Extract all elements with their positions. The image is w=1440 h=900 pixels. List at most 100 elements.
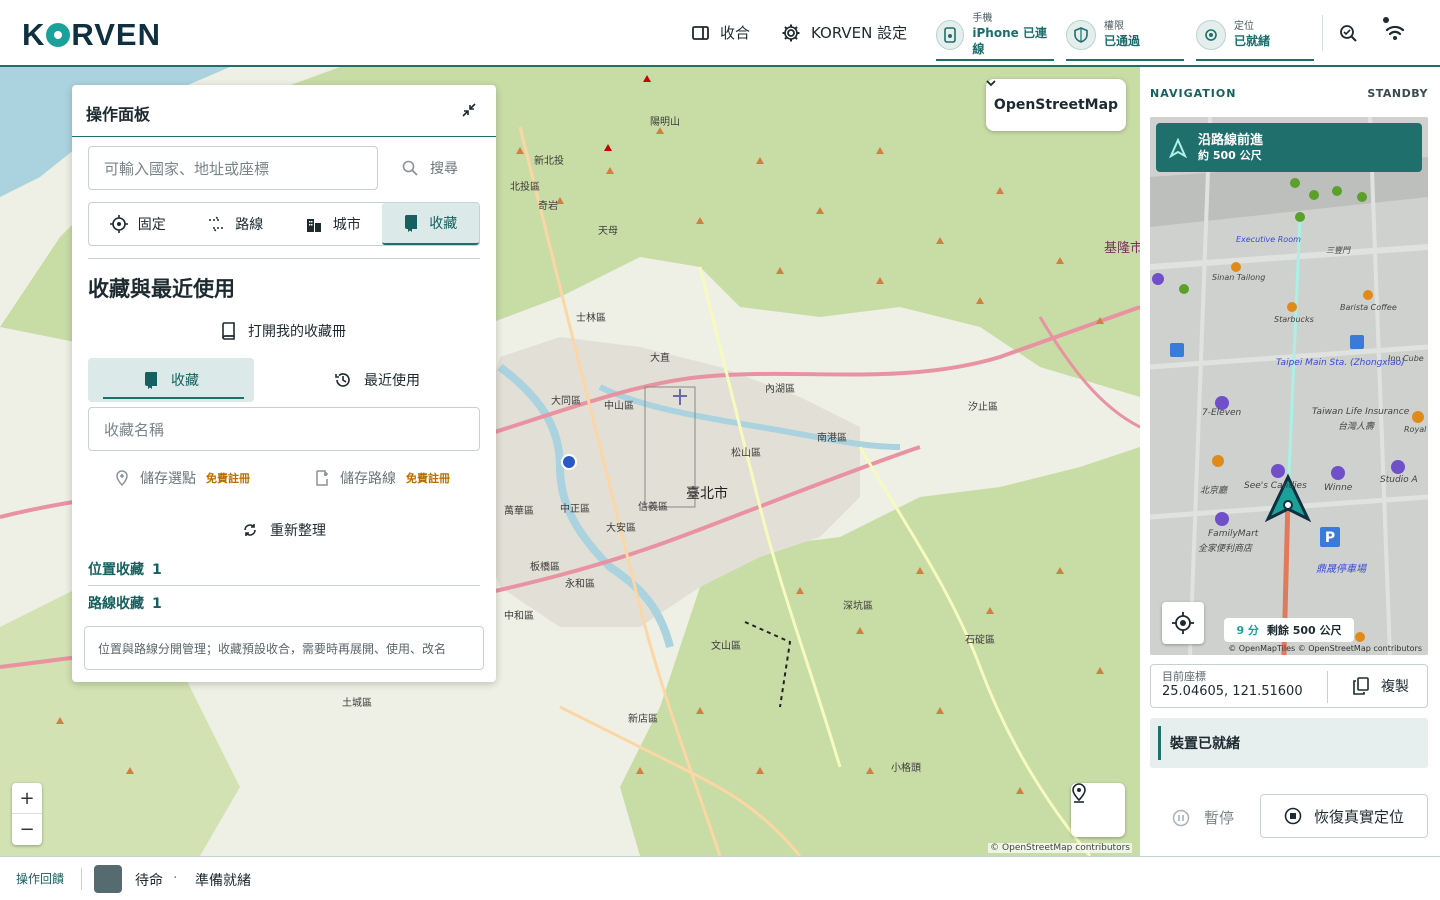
map-attribution[interactable]: © OpenStreetMap contributors — [988, 843, 1132, 853]
phone-status-value: iPhone 已連線 — [972, 26, 1047, 56]
recenter-button[interactable] — [1162, 602, 1204, 644]
navigation-arrow-icon — [1169, 137, 1187, 158]
wifi-icon[interactable] — [1381, 16, 1409, 42]
permission-status: 權限 已通過 — [1066, 15, 1184, 61]
navigation-sidebar: NAVIGATION STANDBY P 7-Eleven Taipei Mai… — [1140, 67, 1440, 856]
save-point-label: 儲存選點 — [140, 471, 196, 487]
map-label: 永和區 — [565, 579, 595, 590]
mode-text: 待命 — [135, 873, 163, 889]
navigation-map-tiles: P — [1150, 117, 1428, 655]
permission-status-title: 權限 — [1104, 21, 1124, 32]
map-pin-icon — [1072, 783, 1086, 803]
poi-label: Inn Cube — [1388, 354, 1424, 363]
instruction-text: 沿路線前進 — [1198, 132, 1264, 148]
open-favorites-book-button[interactable]: 打開我的收藏冊 — [220, 321, 346, 341]
search-input[interactable]: 可輸入國家、地址或座標 — [88, 146, 378, 190]
zoom-out-button[interactable]: − — [12, 814, 42, 845]
map-label: 石碇區 — [965, 635, 995, 646]
map-label-taipei: 臺北市 — [686, 486, 728, 502]
copy-coordinates-button[interactable]: 複製 — [1353, 676, 1409, 696]
poi-label: Starbucks — [1274, 315, 1314, 324]
map-provider-select[interactable]: OpenStreetMap — [986, 79, 1126, 131]
subtab-recent[interactable]: 最近使用 — [294, 358, 460, 402]
feedback-log-link[interactable]: 操作回饋 — [16, 870, 64, 887]
map-label: 松山區 — [731, 448, 761, 459]
search-button[interactable]: 搜尋 — [402, 158, 458, 178]
location-favorites-label: 位置收藏 — [88, 562, 144, 578]
pause-icon — [1172, 809, 1190, 826]
free-register-badge[interactable]: 免費註冊 — [406, 470, 450, 486]
restore-real-location-button[interactable]: 恢復真實定位 — [1260, 794, 1428, 838]
favorites-subtabs: 收藏 最近使用 — [88, 358, 480, 402]
favorites-divider — [88, 585, 480, 586]
panel-title: 操作面板 — [86, 105, 151, 124]
subtab-favorites-label: 收藏 — [171, 373, 199, 389]
map-label: 文山區 — [711, 641, 741, 652]
section-title: 收藏與最近使用 — [88, 277, 235, 301]
poi-label: 鼎晟停車場 — [1316, 564, 1366, 575]
poi-label: 北京廳 — [1200, 486, 1228, 496]
map-label: 南港區 — [817, 433, 847, 444]
mode-tabs: 固定 路線 城市 收藏 — [88, 202, 480, 246]
map-label: 士林區 — [576, 313, 606, 324]
city-icon — [306, 219, 321, 232]
instruction-distance: 約 500 公尺 — [1198, 148, 1262, 162]
tab-route[interactable]: 路線 — [187, 203, 285, 245]
map-provider-value: OpenStreetMap — [993, 97, 1119, 113]
add-route-icon — [316, 470, 328, 486]
copy-icon — [1353, 677, 1369, 695]
coordinate-box: 目前座標 25.04605, 121.51600 複製 — [1150, 664, 1428, 708]
pause-button[interactable]: 暫停 — [1172, 807, 1234, 828]
tab-fixed[interactable]: 固定 — [89, 203, 187, 245]
navigation-map[interactable]: P 7-Eleven Taipei Main Sta. (Zhongxiao) … — [1150, 117, 1428, 655]
history-icon — [335, 373, 350, 387]
tab-favorites[interactable]: 收藏 — [381, 203, 479, 245]
book-icon — [222, 322, 235, 340]
phone-status-title: 手機 — [972, 13, 993, 24]
favorite-name-input[interactable]: 收藏名稱 — [88, 407, 480, 451]
minimize-icon[interactable] — [462, 103, 476, 117]
save-point-button[interactable]: 儲存選點 免費註冊 — [114, 468, 250, 488]
search-icon — [402, 160, 418, 176]
route-icon — [209, 216, 224, 232]
tab-city-label: 城市 — [332, 217, 361, 233]
phone-status: 手機 iPhone 已連線 — [936, 13, 1054, 61]
restore-label: 恢復真實定位 — [1313, 807, 1404, 826]
navigation-map-attribution[interactable]: © OpenMapTiles © OpenStreetMap contribut… — [1228, 644, 1422, 653]
shield-icon — [1066, 20, 1096, 50]
panel-divider — [72, 136, 496, 137]
sidebar-toggle-icon — [692, 25, 709, 40]
subtab-favorites[interactable]: 收藏 — [88, 358, 254, 402]
free-register-badge[interactable]: 免費註冊 — [206, 470, 250, 486]
map-label: 陽明山 — [650, 117, 680, 128]
poi-label: Studio A — [1380, 475, 1418, 485]
header-divider — [1322, 15, 1323, 51]
save-route-button[interactable]: 儲存路線 免費註冊 — [314, 468, 450, 488]
map-label: 板橋區 — [530, 562, 560, 573]
settings-button[interactable]: KORVEN 設定 — [781, 22, 907, 43]
turn-instruction-banner: 沿路線前進 約 500 公尺 — [1156, 123, 1422, 172]
save-route-label: 儲存路線 — [340, 471, 396, 487]
tab-city[interactable]: 城市 — [284, 203, 382, 245]
drop-pin-button[interactable] — [1071, 783, 1125, 837]
logo-o-icon — [46, 23, 71, 47]
target-icon — [109, 215, 128, 233]
map-label: 小格頭 — [891, 763, 921, 774]
route-favorites-header[interactable]: 路線收藏 1 — [88, 593, 162, 613]
location-favorites-count: 1 — [152, 562, 162, 578]
tab-favorites-label: 收藏 — [429, 216, 458, 232]
tab-route-label: 路線 — [235, 217, 264, 233]
zoom-in-button[interactable]: + — [12, 783, 42, 814]
location-favorites-header[interactable]: 位置收藏 1 — [88, 559, 162, 579]
map-label: 奇岩 — [538, 201, 558, 212]
coordinate-divider — [1327, 671, 1328, 703]
poi-label: Royal — [1404, 425, 1427, 434]
map-label: 信義區 — [638, 502, 668, 513]
korven-logo[interactable]: K RVEN — [22, 17, 161, 53]
refresh-button[interactable]: 重新整理 — [242, 520, 326, 540]
refresh-icon — [244, 524, 256, 536]
device-ready-status: 裝置已就緒 — [1150, 718, 1428, 768]
search-location-icon[interactable] — [1338, 23, 1358, 43]
collapse-button[interactable]: 收合 — [692, 22, 750, 43]
poi-label: See's Candies — [1244, 481, 1307, 491]
